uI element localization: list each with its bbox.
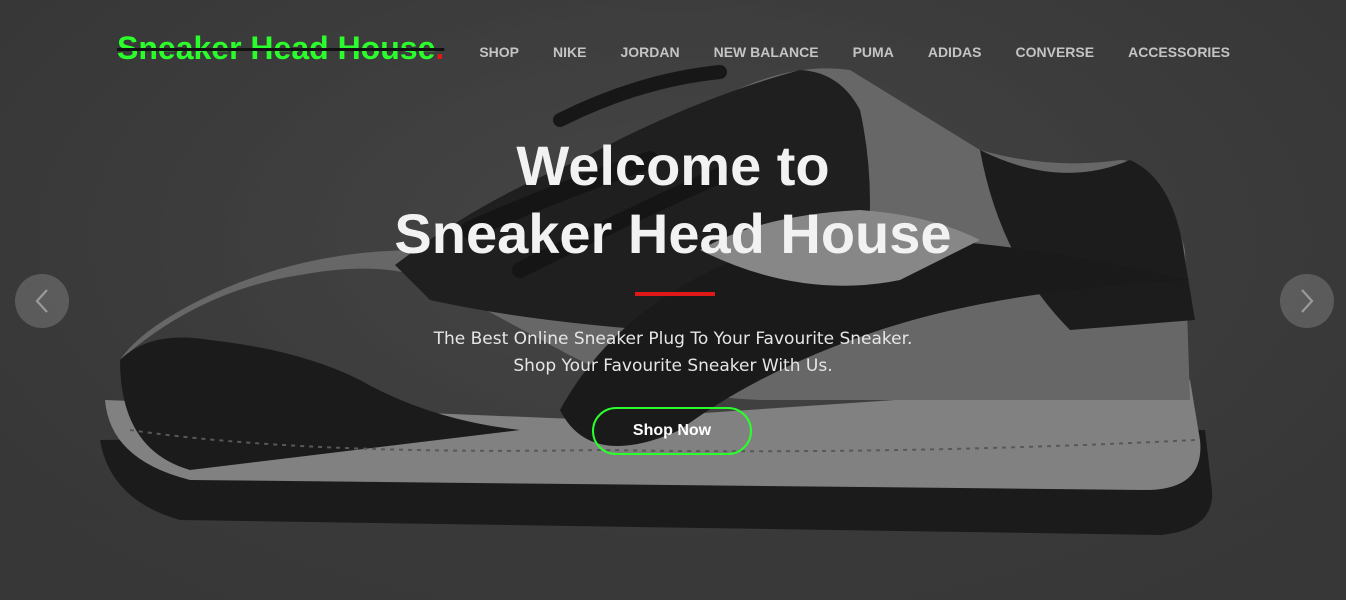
hero-subtext: The Best Online Sneaker Plug To Your Fav… <box>0 326 1346 380</box>
nav-item-shop[interactable]: SHOP <box>479 44 519 60</box>
chevron-left-icon <box>35 289 48 313</box>
nav-item-new-balance[interactable]: NEW BALANCE <box>714 44 819 60</box>
main-nav: SHOP NIKE JORDAN NEW BALANCE PUMA ADIDAS… <box>479 44 1230 60</box>
brand-name: Sneaker Head House <box>117 30 436 66</box>
carousel-next-button[interactable] <box>1280 274 1334 328</box>
chevron-right-icon <box>1301 289 1314 313</box>
hero-slider: Sneaker Head House. SHOP NIKE JORDAN NEW… <box>0 0 1346 600</box>
hero-subtext-line1: The Best Online Sneaker Plug To Your Fav… <box>433 329 913 349</box>
brand-dot: . <box>435 30 445 66</box>
nav-item-puma[interactable]: PUMA <box>853 44 894 60</box>
nav-item-adidas[interactable]: ADIDAS <box>928 44 982 60</box>
nav-item-jordan[interactable]: JORDAN <box>620 44 679 60</box>
hero-headline-line2: Sneaker Head House <box>394 202 952 265</box>
hero-headline-line1: Welcome to <box>516 134 830 197</box>
hero-headline: Welcome to Sneaker Head House <box>0 132 1346 268</box>
shop-now-button[interactable]: Shop Now <box>592 407 752 455</box>
nav-item-converse[interactable]: CONVERSE <box>1016 44 1095 60</box>
brand-logo[interactable]: Sneaker Head House. <box>117 30 444 67</box>
hero-subtext-line2: Shop Your Favourite Sneaker With Us. <box>513 356 833 376</box>
hero-dark-overlay <box>0 0 1346 600</box>
hero-divider <box>635 292 715 296</box>
nav-item-nike[interactable]: NIKE <box>553 44 586 60</box>
carousel-prev-button[interactable] <box>15 274 69 328</box>
nav-item-accessories[interactable]: ACCESSORIES <box>1128 44 1230 60</box>
